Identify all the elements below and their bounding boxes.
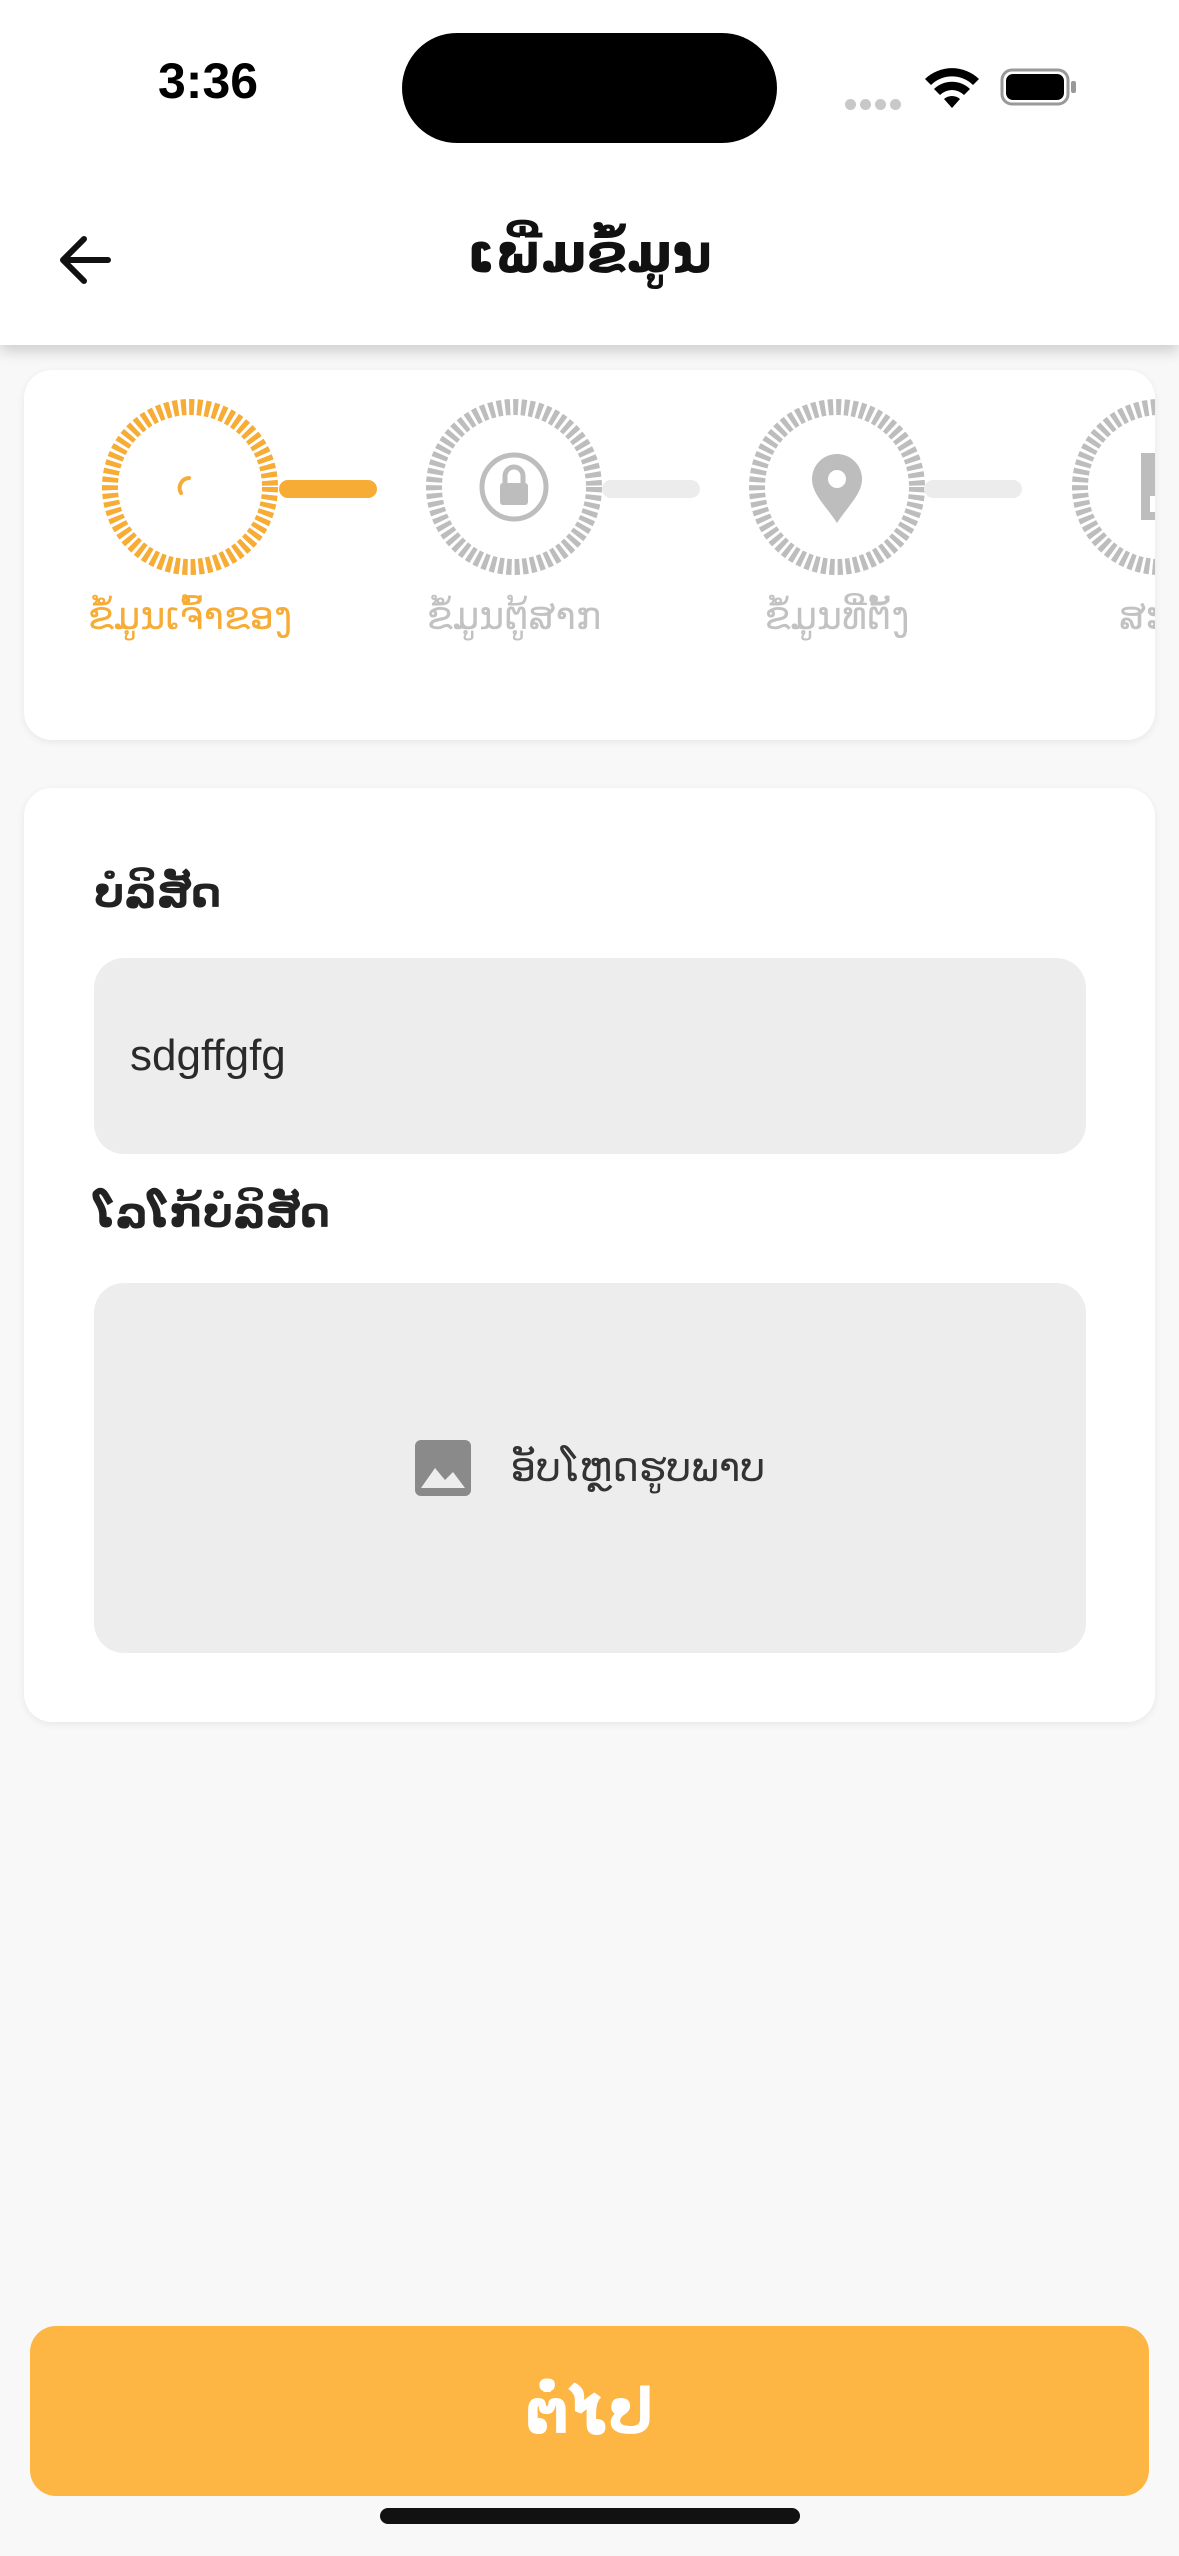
company-input[interactable] — [94, 958, 1086, 1154]
step-connector-3 — [924, 480, 1022, 498]
step-label-owner: ຂໍ້ມູນເຈົ້າຂອງ — [87, 594, 293, 638]
upload-logo-button[interactable]: ອັບໂຫຼດຮູບພາບ — [94, 1283, 1086, 1653]
step-label-summary: ສະຫຼ — [1119, 594, 1155, 638]
form-card: ບໍລິສັດ ໂລໂກ້ບໍລິສັດ ອັບໂຫຼດຮູບພາບ — [24, 788, 1155, 1722]
step-charger-info[interactable]: ຂໍ້ມູນຕູ້ສາກ — [384, 398, 644, 638]
dynamic-island — [402, 33, 777, 143]
step-connector-1 — [279, 480, 377, 498]
stepper-card: ຂໍ້ມູນເຈົ້າຂອງ ຂໍ້ມູນຕູ້ສາກ ຂໍ້ມູນທີ່ຕັ້… — [24, 370, 1155, 740]
image-icon — [414, 1440, 471, 1496]
step-summary[interactable]: ສະຫຼ — [1030, 398, 1155, 638]
lock-icon — [426, 399, 602, 575]
step-label-location: ຂໍ້ມູນທີ່ຕັ້ງ — [764, 594, 910, 638]
home-indicator[interactable] — [380, 2508, 800, 2524]
logo-label: ໂລໂກ້ບໍລິສັດ — [94, 1188, 330, 1237]
step-label-charger: ຂໍ້ມູນຕູ້ສາກ — [426, 594, 602, 638]
step-connector-2 — [602, 480, 700, 498]
location-pin-icon — [749, 399, 925, 575]
page-title: ເພີ່ມຂໍ້ມູນ — [467, 222, 712, 285]
app-header: 3:36 ເພີ່ມຂໍ້ມູນ — [0, 0, 1179, 345]
loading-spinner-icon — [102, 399, 278, 575]
signal-dots-icon — [845, 95, 905, 110]
step-owner-info[interactable]: ຂໍ້ມູນເຈົ້າຂອງ — [60, 398, 320, 638]
upload-text: ອັບໂຫຼດຮູບພາບ — [510, 1445, 766, 1491]
step-location-info[interactable]: ຂໍ້ມູນທີ່ຕັ້ງ — [707, 398, 967, 638]
company-label: ບໍລິສັດ — [94, 868, 222, 917]
wifi-icon — [925, 68, 979, 108]
report-chart-icon — [1072, 399, 1155, 575]
next-button[interactable]: ຕໍ່ໄປ — [30, 2326, 1149, 2496]
battery-full-icon — [1000, 68, 1076, 106]
status-time: 3:36 — [158, 53, 259, 109]
